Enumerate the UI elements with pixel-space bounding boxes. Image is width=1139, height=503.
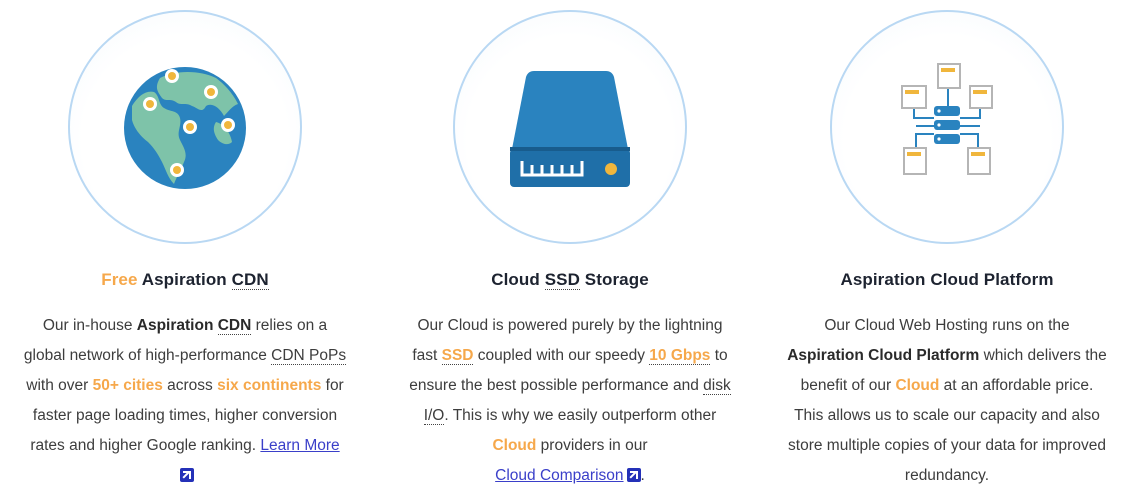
description-line [5, 461, 365, 491]
text: . [640, 467, 645, 484]
description-line: Our in-house Aspiration CDN relies on a [5, 311, 365, 341]
cloud-comparison-link[interactable]: Cloud Comparison [495, 467, 623, 484]
abbr-ssd[interactable]: SSD [544, 270, 580, 290]
ssd-drive-icon [510, 71, 630, 187]
abbr-disk-io[interactable]: I/O [423, 407, 445, 425]
text: to [710, 347, 728, 364]
abbr-disk-io[interactable]: disk [703, 377, 731, 395]
abbr-cdn[interactable]: CDN [217, 317, 252, 335]
text: relies on a [251, 317, 328, 334]
text: global network of high-performance [23, 347, 272, 364]
description-line: Aspiration Cloud Platform which delivers… [767, 341, 1127, 371]
description-line: with over 50+ cities across six continen… [5, 371, 365, 401]
text: which delivers the [979, 347, 1107, 364]
text: benefit of our [800, 377, 896, 394]
text: fast [412, 347, 442, 364]
title-text: Storage [579, 270, 649, 289]
text: coupled with our speedy [473, 347, 650, 364]
learn-more-link[interactable]: Learn More [260, 437, 339, 454]
description-line: benefit of our Cloud at an affordable pr… [767, 371, 1127, 401]
description-line: store multiple copies of your data for i… [788, 437, 1106, 454]
text: across [162, 377, 218, 394]
globe-icon [124, 67, 246, 189]
bold-text: Aspiration [136, 317, 214, 334]
title-space [227, 270, 232, 289]
feature-description: Our Cloud is powered purely by the light… [390, 311, 750, 491]
external-link-icon[interactable] [626, 468, 641, 482]
description-line: Cloud Comparison. [390, 461, 750, 491]
feature-icon-circle [453, 10, 687, 244]
abbr-cdn-pops[interactable]: CDN PoPs [271, 347, 347, 365]
text: providers in our [536, 437, 648, 454]
highlight-text: 50+ cities [92, 377, 163, 394]
description-line: faster page loading times, higher conver… [32, 407, 338, 424]
feature-description: Our Cloud Web Hosting runs on the Aspira… [767, 311, 1127, 491]
feature-title: Free Aspiration CDN [0, 270, 375, 290]
highlight-text: Cloud [895, 377, 940, 394]
external-link-icon[interactable] [179, 468, 194, 482]
text: rates and higher Google ranking. [30, 437, 261, 454]
highlight-text: Cloud [492, 437, 537, 454]
feature-description: Our in-house Aspiration CDN relies on a … [5, 311, 365, 491]
text: for [321, 377, 344, 394]
abbr-cdn[interactable]: CDN [231, 270, 269, 290]
text: with over [26, 377, 93, 394]
description-line: This allows us to scale our capacity and… [794, 407, 1100, 424]
highlight-text: six continents [217, 377, 322, 394]
description-line: Our Cloud Web Hosting runs on the [824, 317, 1070, 334]
description-line: I/O. This is why we easily outperform ot… [390, 401, 750, 431]
abbr-ssd[interactable]: SSD [441, 347, 474, 365]
description-line: global network of high-performance CDN P… [5, 341, 365, 371]
text: . This is why we easily outperform other [444, 407, 717, 424]
feature-icon-circle [830, 10, 1064, 244]
feature-icon-circle [68, 10, 302, 244]
text: Our in-house [42, 317, 137, 334]
text: at an affordable price. [939, 377, 1094, 394]
bold-text: Aspiration Cloud Platform [787, 347, 980, 364]
features-section: Free Aspiration CDN Our in-house Aspirat… [0, 0, 1139, 503]
feature-title: Cloud SSD Storage [380, 270, 760, 290]
title-text: Aspiration [141, 270, 227, 289]
description-line: fast SSD coupled with our speedy 10 Gbps… [390, 341, 750, 371]
title-text: Cloud [491, 270, 545, 289]
server-network-icon [901, 63, 993, 175]
description-line: Cloud providers in our [390, 431, 750, 461]
description-line: rates and higher Google ranking. Learn M… [5, 431, 365, 461]
abbr-gbps[interactable]: 10 Gbps [649, 347, 711, 365]
title-highlight: Free [101, 270, 138, 289]
description-line: redundancy. [904, 467, 990, 484]
text: ensure the best possible performance and [409, 377, 704, 394]
description-line: ensure the best possible performance and… [390, 371, 750, 401]
feature-title: Aspiration Cloud Platform [840, 270, 1054, 289]
description-line: Our Cloud is powered purely by the light… [417, 317, 723, 334]
